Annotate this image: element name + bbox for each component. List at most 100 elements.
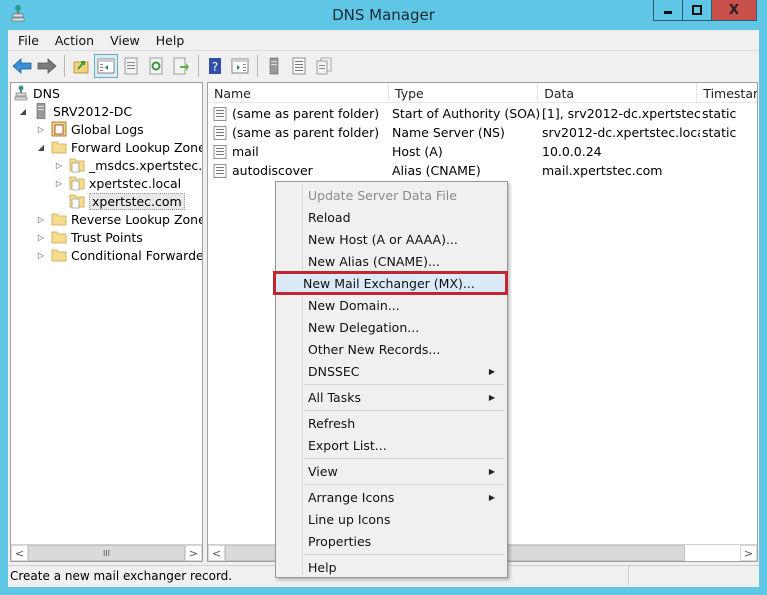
record-row[interactable]: (same as parent folder) Name Server (NS)… (208, 123, 757, 142)
menu-item-label: All Tasks (308, 389, 361, 405)
menu-item-export-list[interactable]: Export List... (278, 434, 505, 456)
tree-item-xpertstec-com[interactable]: xpertstec.com (69, 192, 185, 210)
console-tree-icon (97, 58, 115, 74)
column-header-timestamp[interactable]: Timestam (697, 83, 757, 103)
record-name: (same as parent folder) (232, 125, 380, 140)
menu-item-new-alias[interactable]: New Alias (CNAME)... (278, 250, 505, 272)
refresh-icon (149, 57, 163, 75)
show-hide-console-tree-button[interactable] (94, 54, 118, 78)
record-row[interactable]: (same as parent folder) Start of Authori… (208, 104, 757, 123)
refresh-button[interactable] (144, 54, 168, 78)
collapsed-arrow-icon[interactable]: ▷ (35, 231, 47, 243)
collapsed-arrow-icon[interactable]: ▷ (35, 123, 47, 135)
record-data: mail.xpertstec.com (542, 163, 663, 178)
forward-arrow-icon (37, 58, 57, 74)
menu-item-help[interactable]: Help (278, 556, 505, 578)
menu-file[interactable]: File (10, 33, 47, 48)
scroll-left-icon[interactable]: < (11, 545, 28, 561)
title-bar: DNS Manager X (0, 0, 767, 30)
action-pane-icon (231, 58, 249, 74)
tree-item-label: DNS (33, 85, 60, 101)
back-button[interactable] (10, 54, 34, 78)
tree-item-forward-lookup-zones[interactable]: ◢ Forward Lookup Zones (35, 138, 203, 156)
export-icon (173, 57, 189, 75)
minimize-button[interactable] (654, 0, 683, 20)
record-row[interactable]: mail Host (A) 10.0.0.24 (208, 142, 757, 161)
properties-icon (124, 57, 138, 75)
menu-item-new-delegation[interactable]: New Delegation... (278, 316, 505, 338)
show-hide-action-pane-button[interactable] (228, 54, 252, 78)
tree-item-label: Conditional Forwarders (71, 247, 203, 263)
record-name: mail (232, 144, 259, 159)
scroll-right-icon[interactable]: > (185, 545, 202, 561)
zone-icon (69, 175, 85, 191)
menu-item-all-tasks[interactable]: All Tasks ▶ (278, 386, 505, 408)
folder-up-icon (73, 61, 89, 74)
copy-records-button[interactable] (312, 54, 336, 78)
tree-item-label: Reverse Lookup Zones (71, 211, 203, 227)
menu-item-view[interactable]: View ▶ (278, 460, 505, 482)
scroll-right-icon[interactable]: > (740, 545, 757, 561)
record-data: srv2012-dc.xpertstec.local. (542, 125, 700, 140)
maximize-icon (692, 5, 702, 15)
maximize-button[interactable] (683, 0, 712, 20)
close-button[interactable]: X (712, 0, 756, 20)
help-icon: ? (209, 58, 221, 74)
up-level-button[interactable] (69, 54, 93, 78)
tree-item-global-logs[interactable]: ▷ Global Logs (35, 120, 144, 138)
column-header-data[interactable]: Data (538, 83, 698, 103)
menu-item-refresh[interactable]: Refresh (278, 412, 505, 434)
records-list-button[interactable] (287, 54, 311, 78)
expanded-arrow-icon[interactable]: ◢ (17, 105, 29, 117)
tree-item-xpertstec-local[interactable]: ▷ xpertstec.local (53, 174, 181, 192)
server-icon (33, 103, 49, 119)
export-list-button[interactable] (169, 54, 193, 78)
properties-button[interactable] (119, 54, 143, 78)
window-title: DNS Manager (332, 6, 435, 24)
menu-item-reload[interactable]: Reload (278, 206, 505, 228)
tree-item-reverse-lookup-zones[interactable]: ▷ Reverse Lookup Zones (35, 210, 203, 228)
scrollbar-thumb[interactable]: III (28, 545, 185, 561)
tree-item-label: xpertstec.local (89, 175, 182, 191)
scroll-left-icon[interactable]: < (208, 545, 225, 561)
submenu-arrow-icon: ▶ (488, 366, 495, 376)
column-header-type[interactable]: Type (389, 83, 539, 103)
collapsed-arrow-icon[interactable]: ▷ (53, 159, 65, 171)
tree-item-conditional-forwarders[interactable]: ▷ Conditional Forwarders (35, 246, 203, 264)
menu-item-new-domain[interactable]: New Domain... (278, 294, 505, 316)
menu-help[interactable]: Help (148, 33, 193, 48)
collapsed-arrow-icon[interactable]: ▷ (53, 177, 65, 189)
menu-item-dnssec[interactable]: DNSSEC ▶ (278, 360, 505, 382)
tree-horizontal-scrollbar[interactable]: < III > (11, 544, 202, 561)
menu-separator (304, 458, 504, 459)
expanded-arrow-icon[interactable]: ◢ (35, 141, 47, 153)
menu-action[interactable]: Action (47, 33, 102, 48)
menu-item-other-new-records[interactable]: Other New Records... (278, 338, 505, 360)
menu-item-new-mail-exchanger[interactable]: New Mail Exchanger (MX)... (273, 271, 508, 295)
menu-item-line-up-icons[interactable]: Line up Icons (278, 508, 505, 530)
help-button[interactable]: ? (203, 54, 227, 78)
dns-root-icon (13, 85, 29, 101)
svg-text:?: ? (212, 60, 218, 74)
forward-button[interactable] (35, 54, 59, 78)
menu-bar: File Action View Help (8, 30, 759, 51)
record-row[interactable]: autodiscover Alias (CNAME) mail.xpertste… (208, 161, 757, 180)
tree-item-msdcs-zone[interactable]: ▷ _msdcs.xpertstec.local (53, 156, 202, 174)
scrollbar-track[interactable] (685, 545, 740, 561)
tree-item-dns[interactable]: DNS (13, 84, 60, 102)
submenu-arrow-icon: ▶ (488, 392, 495, 402)
menu-item-arrange-icons[interactable]: Arrange Icons ▶ (278, 486, 505, 508)
console-tree: DNS ◢ SRV2012-DC ▷ Global Logs ◢ Forward… (10, 82, 203, 562)
server-button[interactable] (262, 54, 286, 78)
menu-view[interactable]: View (102, 33, 148, 48)
toolbar-separator (198, 55, 199, 77)
collapsed-arrow-icon[interactable]: ▷ (35, 213, 47, 225)
menu-item-new-host[interactable]: New Host (A or AAAA)... (278, 228, 505, 250)
record-icon (213, 144, 227, 159)
menu-item-properties[interactable]: Properties (278, 530, 505, 552)
tree-item-label: Forward Lookup Zones (71, 139, 203, 155)
tree-item-srv2012-dc[interactable]: ◢ SRV2012-DC (17, 102, 132, 120)
column-header-name[interactable]: Name (208, 83, 389, 103)
collapsed-arrow-icon[interactable]: ▷ (35, 249, 47, 261)
tree-item-trust-points[interactable]: ▷ Trust Points (35, 228, 143, 246)
